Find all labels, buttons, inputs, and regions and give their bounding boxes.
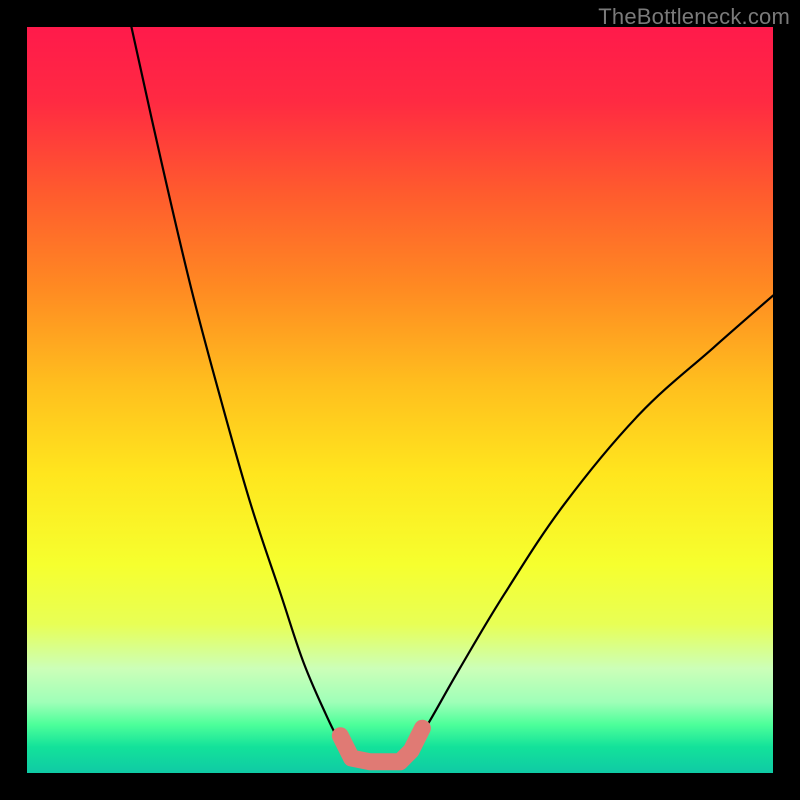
plot-background bbox=[27, 27, 773, 773]
watermark-text: TheBottleneck.com bbox=[598, 4, 790, 30]
bottleneck-chart bbox=[0, 0, 800, 800]
chart-frame: TheBottleneck.com bbox=[0, 0, 800, 800]
